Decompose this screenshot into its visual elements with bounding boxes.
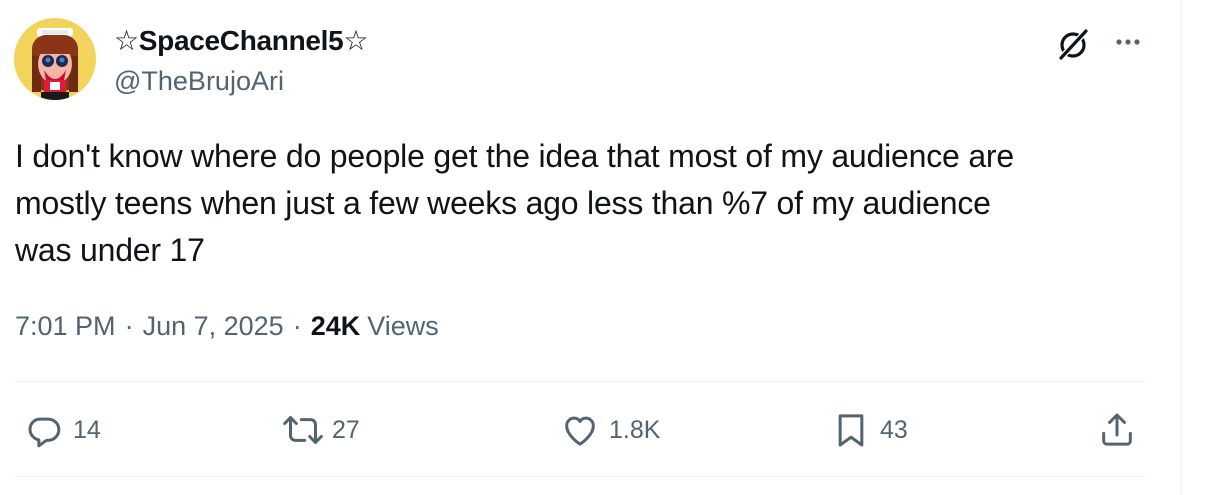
views-label: Views [367,311,439,341]
bookmark-icon [831,410,871,450]
page: ☆SpaceChannel5☆ @TheBrujoAri I don't kno… [0,0,1209,495]
like-button[interactable]: 1.8K [560,410,660,450]
post-time[interactable]: 7:01 PM [15,311,116,342]
avatar[interactable] [14,18,96,100]
reply-icon [24,410,64,450]
bookmark-button[interactable]: 43 [831,410,908,450]
divider [15,476,1147,477]
divider [15,381,1147,382]
reply-button[interactable]: 14 [24,410,101,450]
avatar-image [14,18,96,100]
handle[interactable]: @TheBrujoAri [114,66,284,97]
more-icon [1116,39,1140,45]
meta-separator: · [124,311,134,341]
repost-button[interactable]: 27 [283,410,360,450]
display-name[interactable]: ☆SpaceChannel5☆ [114,24,369,57]
post-meta: 7:01 PM · Jun 7, 2025 · 24K Views [15,311,439,342]
like-count: 1.8K [609,415,661,444]
more-button[interactable] [1108,22,1148,62]
post: ☆SpaceChannel5☆ @TheBrujoAri I don't kno… [0,0,1181,495]
bookmark-count: 43 [880,415,908,444]
post-date[interactable]: Jun 7, 2025 [143,311,284,342]
heart-icon [560,410,600,450]
meta-separator: · [292,311,302,341]
share-button[interactable] [1097,410,1137,450]
repost-icon [283,410,323,450]
grok-icon [1057,27,1090,62]
repost-count: 27 [332,415,360,444]
share-icon [1097,410,1137,450]
views-count: 24K [310,311,361,341]
column-border [1181,0,1182,495]
grok-button[interactable] [1054,24,1094,64]
post-text: I don't know where do people get the ide… [15,138,1014,268]
reply-count: 14 [73,415,101,444]
